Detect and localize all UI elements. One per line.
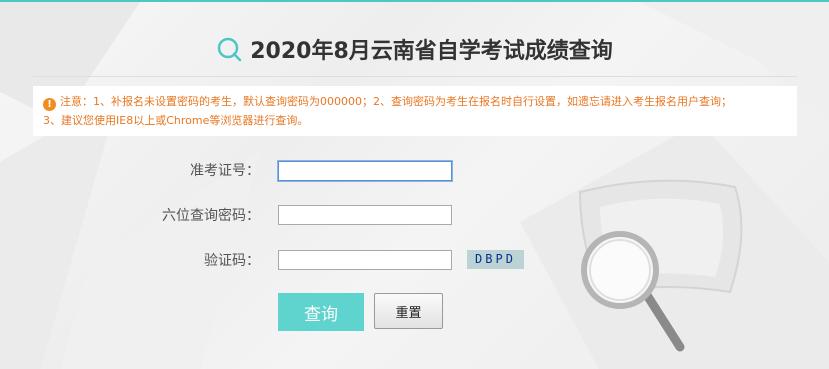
captcha-input[interactable]	[278, 250, 452, 270]
password-label: 六位查询密码：	[162, 208, 260, 224]
search-icon	[217, 37, 242, 62]
page-title: 2020年8月云南省自学考试成绩查询	[250, 39, 613, 64]
password-input[interactable]	[278, 205, 452, 225]
query-button[interactable]: 查询	[278, 293, 364, 331]
magnifier-illustration-icon	[578, 179, 743, 352]
page-header: 2020年8月云南省自学考试成绩查询	[0, 26, 829, 72]
notice-text-2: 3、建议您使用IE8以上或Chrome等浏览器进行查询。	[43, 114, 309, 127]
reset-button[interactable]: 重置	[374, 293, 443, 329]
page-frame: 2020年8月云南省自学考试成绩查询 ! 注意：1、补报名未设置密码的考生，默认查…	[0, 0, 829, 369]
captcha-label: 验证码：	[204, 253, 260, 269]
exam-id-label: 准考证号：	[190, 163, 260, 179]
notice-box: ! 注意：1、补报名未设置密码的考生，默认查询密码为000000；2、查询密码为考…	[33, 86, 797, 136]
notice-line-1: ! 注意：1、补报名未设置密码的考生，默认查询密码为000000；2、查询密码为考…	[43, 92, 789, 111]
captcha-image[interactable]: DBPD	[467, 250, 524, 269]
header-divider	[33, 76, 797, 77]
notice-text-1: 注意：1、补报名未设置密码的考生，默认查询密码为000000；2、查询密码为考生…	[60, 95, 732, 108]
exclamation-icon: !	[43, 98, 56, 111]
exam-id-input[interactable]	[278, 161, 452, 181]
